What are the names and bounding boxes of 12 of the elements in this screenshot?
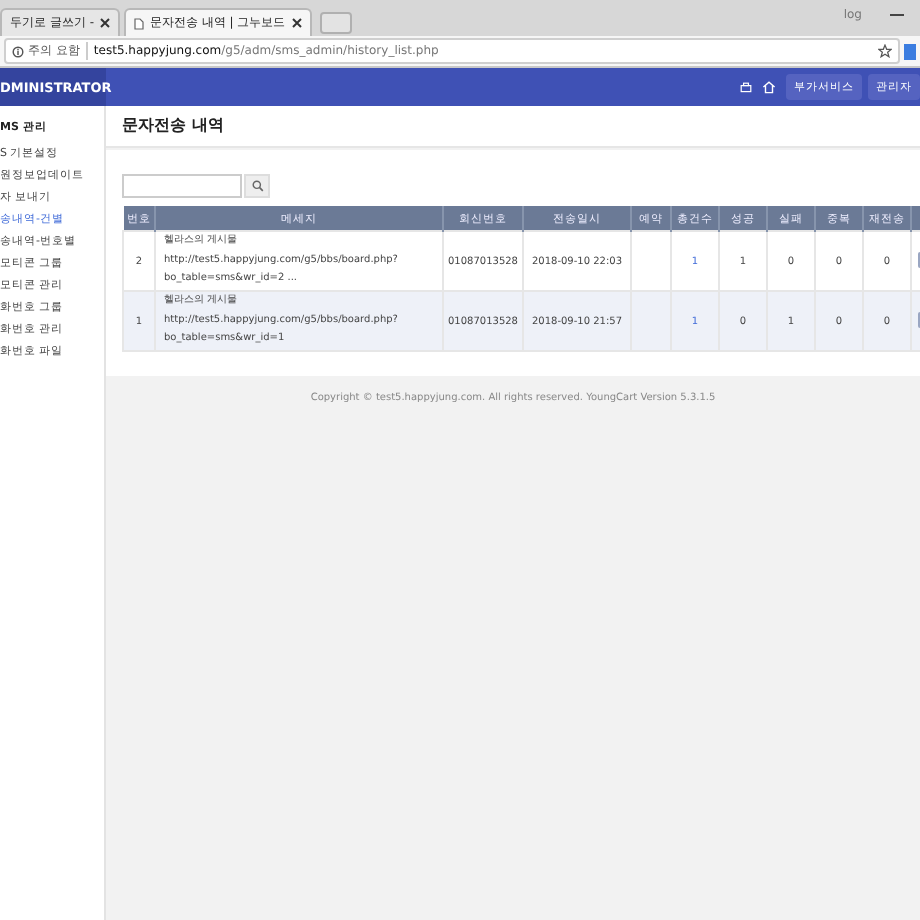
minimize-icon[interactable]	[890, 13, 904, 17]
page-title: 문자전송 내역	[106, 106, 920, 148]
star-icon[interactable]	[878, 44, 892, 58]
page-icon	[133, 17, 144, 29]
close-icon[interactable]	[291, 18, 302, 28]
search-icon	[251, 180, 263, 192]
search-button[interactable]	[244, 174, 270, 198]
search-field[interactable]	[122, 174, 242, 198]
home-icon[interactable]	[762, 80, 776, 94]
info-icon	[12, 45, 24, 57]
extension-icon[interactable]	[904, 43, 916, 59]
close-icon[interactable]	[99, 18, 110, 28]
